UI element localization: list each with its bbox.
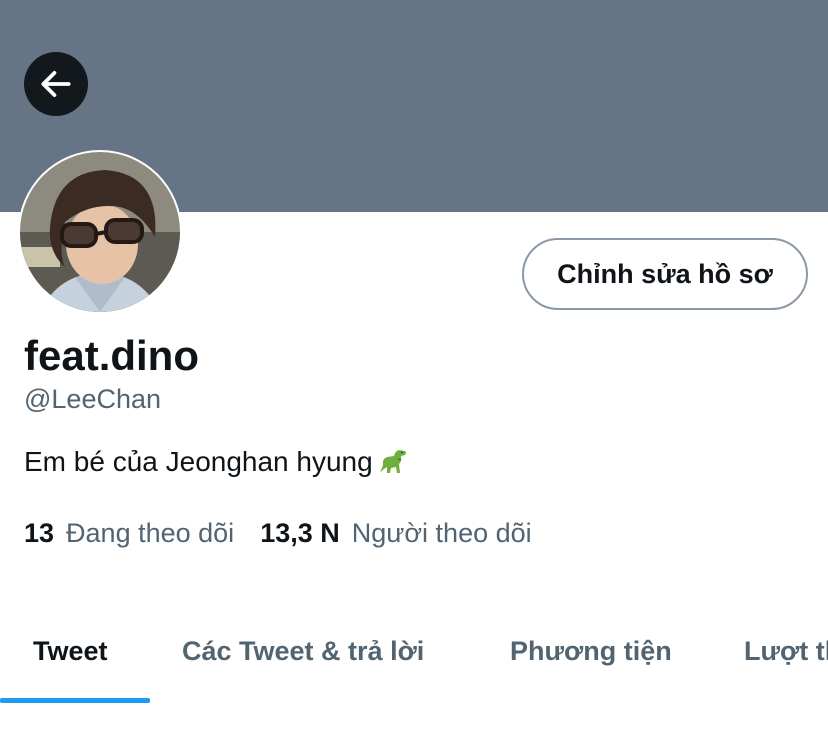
tab-tweets[interactable]: Tweet — [33, 636, 108, 667]
followers-count: 13,3 N — [260, 518, 340, 548]
tab-tweets-and-replies[interactable]: Các Tweet & trả lời — [182, 636, 424, 667]
followers-label: Người theo dõi — [351, 518, 532, 548]
profile-bio: Em bé của Jeonghan hyung — [24, 446, 408, 478]
active-tab-indicator — [0, 698, 150, 703]
following-stat[interactable]: 13 Đang theo dõi — [24, 518, 234, 549]
follow-stats: 13 Đang theo dõi 13,3 N Người theo dõi — [24, 518, 532, 549]
avatar-photo — [20, 152, 180, 312]
avatar[interactable] — [18, 150, 182, 314]
profile-tabs: Tweet Các Tweet & trả lời Phương tiện Lư… — [0, 600, 828, 704]
bio-text: Em bé của Jeonghan hyung — [24, 446, 373, 477]
tab-media[interactable]: Phương tiện — [510, 636, 672, 667]
following-count: 13 — [24, 518, 55, 548]
t-rex-icon — [379, 450, 406, 473]
tab-likes[interactable]: Lượt thích — [744, 636, 828, 667]
back-button[interactable] — [24, 52, 88, 116]
arrow-left-icon — [41, 71, 71, 97]
following-label: Đang theo dõi — [66, 518, 235, 548]
edit-profile-button[interactable]: Chỉnh sửa hồ sơ — [522, 238, 808, 310]
user-handle: @LeeChan — [24, 384, 162, 414]
display-name: feat.dino — [24, 332, 199, 379]
followers-stat[interactable]: 13,3 N Người theo dõi — [260, 518, 531, 549]
profile-page: Chỉnh sửa hồ sơ feat.dino @LeeChan Em bé… — [0, 0, 828, 754]
